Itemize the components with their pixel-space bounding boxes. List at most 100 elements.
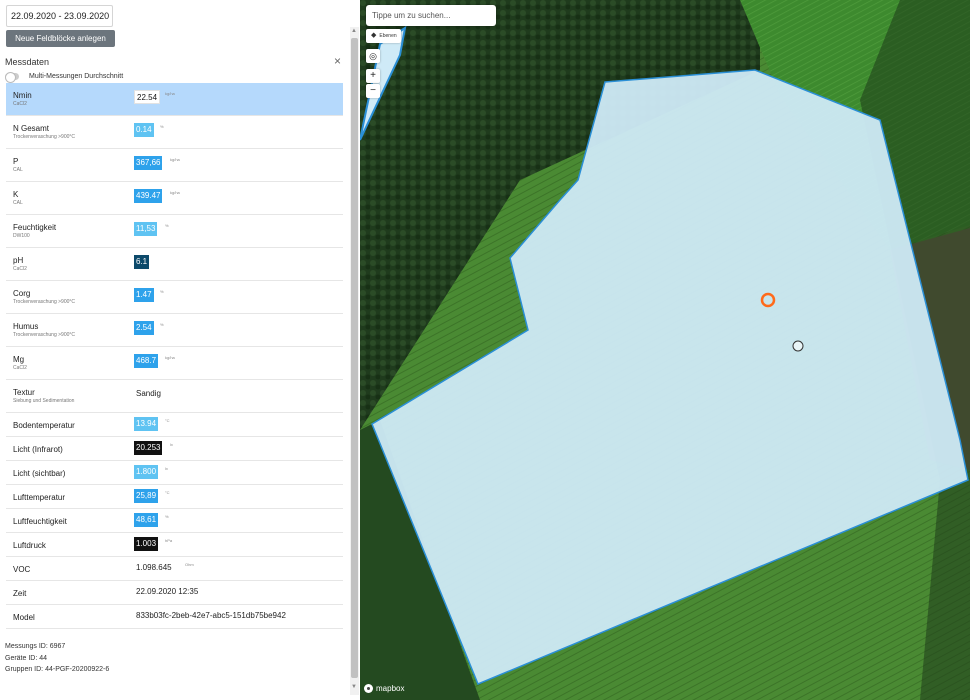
measurement-row[interactable]: Model 833b03fc-2beb-42e7-abc5-151db75be94…: [6, 605, 343, 629]
mapbox-logo-icon: [364, 684, 373, 693]
locate-icon[interactable]: ◎: [366, 49, 380, 63]
measurement-method: Siebung und Sedimentation: [13, 398, 75, 404]
panel-title: Messdaten: [5, 57, 50, 67]
measurement-value: 367,66: [134, 156, 163, 170]
measurement-unit: kg/ha: [165, 91, 175, 96]
measurement-row[interactable]: Luftfeuchtigkeit 48,61%: [6, 509, 343, 533]
measurement-value: 1.098.645: [136, 563, 172, 572]
measurement-unit: °C: [165, 490, 170, 495]
measurement-unit: kg/ha: [170, 157, 180, 162]
measurement-value: 1.003: [134, 537, 159, 551]
measurement-value: 48,61: [134, 513, 159, 527]
scroll-down-icon[interactable]: ▼: [351, 684, 357, 690]
measurement-value: 20.253: [134, 441, 163, 455]
measurement-name: Luftfeuchtigkeit: [13, 517, 67, 526]
measurement-unit: hPa: [165, 538, 173, 543]
measurement-value: Sandig: [136, 389, 161, 398]
measurement-row[interactable]: Licht (sichtbar) 1.800 lx: [6, 461, 343, 485]
layers-icon: ◆: [371, 32, 377, 39]
measurement-name: Luftdruck: [13, 541, 46, 550]
measurement-value: 11,53: [134, 222, 158, 236]
measurement-name: Bodentemperatur: [13, 421, 75, 430]
measurement-value: 25,89: [134, 489, 159, 503]
measurement-row[interactable]: Textur Siebung und Sedimentation Sandig: [6, 380, 343, 413]
measurement-row[interactable]: Lufttemperatur 25,89 °C: [6, 485, 343, 509]
measurement-row[interactable]: K CAL 439.47 kg/ha: [6, 182, 343, 215]
measurement-row[interactable]: Feuchtigkeit DW100 11,53%: [6, 215, 343, 248]
measurement-name: pH: [13, 256, 24, 265]
measurement-value: 468.7: [134, 354, 159, 368]
scrollbar-thumb[interactable]: [351, 38, 358, 678]
measurement-method: Trockenveraschung >900°C: [13, 332, 75, 338]
measurement-name: Zeit: [13, 589, 27, 598]
measurement-name: Corg: [13, 289, 31, 298]
measurement-name: Model: [13, 613, 35, 622]
measurement-table: Nmin CaCl2 22.54 kg/ha N Gesamt Trockenverasc…: [6, 83, 343, 629]
measurement-row[interactable]: Luftdruck 1.003 hPa: [6, 533, 343, 557]
measurement-unit: kg/ha: [170, 190, 180, 195]
measurement-method: CAL: [13, 167, 23, 173]
measurement-value: 2.54: [134, 321, 154, 335]
measurement-unit: %: [160, 124, 164, 129]
measurement-value: 1.47: [134, 288, 154, 302]
measurement-marker[interactable]: [792, 340, 804, 352]
measurement-name: N Gesamt: [13, 124, 50, 133]
map-search-input[interactable]: Tippe um zu suchen...: [366, 5, 496, 26]
layers-label: Ebenen: [379, 33, 397, 39]
measurement-method: CaCl2: [13, 365, 27, 371]
measurement-value: 22.09.2020 12:35: [136, 587, 199, 596]
measurement-unit: lx: [165, 466, 168, 471]
toggle-label: Multi-Messungen Durchschnitt: [29, 72, 124, 80]
measurement-name: Licht (sichtbar): [13, 469, 66, 478]
measurement-row[interactable]: N Gesamt Trockenveraschung >900°C 0.14%: [6, 116, 343, 149]
measurement-unit: %: [160, 322, 164, 327]
measurement-row[interactable]: Mg CaCl2 468.7 kg/ha: [6, 347, 343, 380]
measurement-value: 439.47: [134, 189, 163, 203]
multi-measurement-toggle-row[interactable]: Multi-Messungen Durchschnitt: [5, 71, 124, 83]
measurement-unit: Ohm: [185, 562, 194, 567]
measurement-row[interactable]: P CAL 367,66 kg/ha: [6, 149, 343, 182]
mapbox-attribution[interactable]: mapbox: [364, 684, 404, 693]
measurement-name: Humus: [13, 322, 39, 331]
measurement-value: 0.14: [134, 123, 154, 137]
measurement-method: CAL: [13, 200, 23, 206]
measurement-method: CaCl2: [13, 101, 27, 107]
measurement-id: Messungs ID: 6967: [5, 643, 66, 650]
measurement-method: Trockenveraschung >900°C: [13, 134, 75, 140]
measurement-name: Licht (Infrarot): [13, 445, 63, 454]
zoom-out-button[interactable]: −: [366, 84, 380, 98]
device-id: Geräte ID: 44: [5, 655, 48, 662]
measurement-value: 22.54: [134, 90, 161, 104]
date-range-input[interactable]: 22.09.2020 - 23.09.2020: [6, 5, 113, 27]
new-field-blocks-button[interactable]: Neue Feldblöcke anlegen: [6, 30, 115, 47]
layers-button[interactable]: ◆ Ebenen: [366, 29, 401, 43]
measurement-row[interactable]: Licht (Infrarot) 20.253 lx: [6, 437, 343, 461]
measurement-unit: kg/ha: [165, 355, 175, 360]
measurement-row[interactable]: VOC 1.098.645 Ohm: [6, 557, 343, 581]
measurement-method: DW100: [13, 233, 30, 239]
measurement-row[interactable]: Bodentemperatur 13.94 °C: [6, 413, 343, 437]
measurement-name: Feuchtigkeit: [13, 223, 57, 232]
scroll-up-icon[interactable]: ▲: [351, 28, 357, 34]
zoom-in-button[interactable]: +: [366, 69, 380, 83]
measurement-name: K: [13, 190, 19, 199]
toggle-switch[interactable]: [5, 71, 19, 83]
measurement-row[interactable]: Humus Trockenveraschung >900°C 2.54%: [6, 314, 343, 347]
measurement-unit: %: [165, 223, 169, 228]
measurement-value: 1.800: [134, 465, 159, 479]
measurement-row[interactable]: Nmin CaCl2 22.54 kg/ha: [6, 83, 343, 116]
measurement-unit: %: [160, 289, 164, 294]
mapbox-label: mapbox: [376, 684, 405, 693]
map-view[interactable]: Tippe um zu suchen... ◆ Ebenen ◎ + − map…: [360, 0, 970, 700]
measurement-row[interactable]: pH CaCl2 6.1: [6, 248, 343, 281]
close-icon[interactable]: ×: [334, 54, 341, 68]
measurement-name: Mg: [13, 355, 25, 364]
measurement-name: P: [13, 157, 19, 166]
measurement-method: CaCl2: [13, 266, 27, 272]
measurement-row[interactable]: Corg Trockenveraschung >900°C 1.47%: [6, 281, 343, 314]
measurement-panel: 22.09.2020 - 23.09.2020 Neue Feldblöcke …: [0, 0, 360, 700]
measurement-unit: %: [165, 514, 169, 519]
group-id: Gruppen ID: 44-PGF-20200922-6: [5, 666, 110, 673]
measurement-value: 6.1: [134, 255, 150, 269]
measurement-row[interactable]: Zeit 22.09.2020 12:35: [6, 581, 343, 605]
